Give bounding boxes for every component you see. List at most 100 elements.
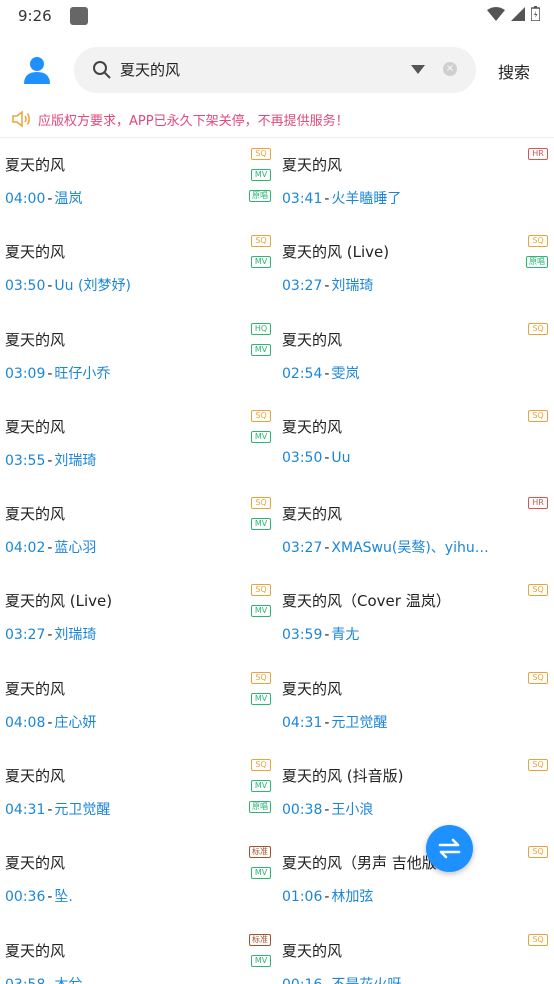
app-notification-icon xyxy=(69,7,88,25)
song-artist[interactable]: 坠. xyxy=(54,889,72,905)
search-box[interactable]: 夏天的风 × xyxy=(74,47,476,93)
quality-badge: HR xyxy=(528,497,548,510)
quality-badge: SQ xyxy=(528,933,548,946)
song-duration: 03:59 xyxy=(282,627,323,644)
song-item[interactable]: 夏天的风 03:27- XMASwu(吴骜)、yihuik… HR xyxy=(277,489,554,576)
quality-badge: SQ xyxy=(528,322,548,335)
song-meta: 00:16-不是花火呀 xyxy=(282,974,401,984)
signal-icon xyxy=(511,6,525,21)
user-avatar-icon[interactable] xyxy=(22,55,52,85)
quality-badge: MV xyxy=(251,518,271,531)
song-meta: 03:50- Uu (刘梦妤) xyxy=(5,275,131,295)
song-meta: 01:06- 林加弦 xyxy=(282,886,373,906)
quality-badge: SQ xyxy=(251,671,271,684)
song-meta: 02:54- 雯岚 xyxy=(282,363,359,383)
song-duration: 04:31 xyxy=(282,714,323,731)
meta-separator: - xyxy=(47,714,53,731)
wifi-icon xyxy=(487,6,505,21)
song-row: 夏天的风 04:31- 元卫觉醒 SQ MV 原唱 夏天的风 (抖音版) 00:38- 王小浪 S… xyxy=(0,751,554,838)
meta-separator: - xyxy=(324,540,330,557)
quality-badge: SQ xyxy=(528,759,548,772)
song-badges: HR xyxy=(528,497,548,510)
song-title: 夏天的风 xyxy=(5,243,66,262)
quality-badge: SQ xyxy=(528,584,548,597)
song-artist[interactable]: 温岚 xyxy=(54,191,82,207)
song-artist[interactable]: 刘瑞琦 xyxy=(54,627,96,643)
song-item[interactable]: 夏天的风 04:31- 元卫觉醒 SQ xyxy=(277,664,554,751)
song-badges: SQ MV xyxy=(251,409,271,443)
song-row: 夏天的风 04:00- 温岚 SQ MV 原唱 夏天的风 03:41- 火羊瞌睡了 HR xyxy=(0,140,554,227)
meta-separator: - xyxy=(47,452,53,469)
song-title: 夏天的风 xyxy=(282,679,343,698)
song-artist[interactable]: 旺仔小乔 xyxy=(54,366,110,382)
song-item[interactable]: 夏天的风 04:02- 蓝心羽 SQ MV xyxy=(0,489,277,576)
song-artist[interactable]: 雯岚 xyxy=(331,366,359,382)
song-artist[interactable]: 林加弦 xyxy=(331,889,373,905)
song-row: 夏天的风 04:02- 蓝心羽 SQ MV 夏天的风 03:27- XMASwu(吴骜)、yi… xyxy=(0,489,554,576)
song-badges: SQ MV xyxy=(251,584,271,618)
song-artist[interactable]: 庄心妍 xyxy=(54,715,96,731)
song-item[interactable]: 夏天的风 (Live) 03:27- 刘瑞琦 SQ MV xyxy=(0,576,277,663)
status-time: 9:26 xyxy=(18,7,52,25)
quality-badge: 原唱 xyxy=(249,801,271,814)
song-badges: SQ MV xyxy=(251,671,271,705)
song-item[interactable]: 夏天的风 03:58-木兮 标准 MV xyxy=(0,926,277,984)
quality-badge: SQ xyxy=(251,759,271,772)
search-input[interactable]: 夏天的风 xyxy=(120,59,180,80)
song-item[interactable]: 夏天的风 00:16-不是花火呀 SQ xyxy=(277,926,554,984)
song-meta: 03:41- 火羊瞌睡了 xyxy=(282,188,401,208)
song-item[interactable]: 夏天的风（男声 吉他版 01:06- 林加弦 SQ xyxy=(277,838,554,925)
meta-separator: - xyxy=(324,714,330,731)
song-artist[interactable]: 木兮 xyxy=(54,977,82,984)
song-title: 夏天的风（男声 吉他版 xyxy=(282,854,437,873)
song-item[interactable]: 夏天的风 03:41- 火羊瞌睡了 HR xyxy=(277,140,554,227)
song-duration: 03:58 xyxy=(5,977,45,984)
song-duration: 04:00 xyxy=(5,191,46,207)
song-duration: 03:27 xyxy=(5,627,46,644)
song-item[interactable]: 夏天的风 03:09- 旺仔小乔 HQ MV xyxy=(0,315,277,402)
song-item[interactable]: 夏天的风 04:08- 庄心妍 SQ MV xyxy=(0,664,277,751)
switch-layout-button[interactable] xyxy=(426,825,473,872)
song-badges: SQ MV 原唱 xyxy=(249,759,271,814)
song-artist[interactable]: 青尢 xyxy=(331,627,359,643)
search-button[interactable]: 搜索 xyxy=(498,59,530,83)
song-artist[interactable]: 不是花火呀 xyxy=(331,977,401,984)
dropdown-icon[interactable] xyxy=(411,65,425,74)
song-artist[interactable]: 火羊瞌睡了 xyxy=(331,191,401,207)
song-item[interactable]: 夏天的风 03:50- Uu (刘梦妤) SQ MV xyxy=(0,227,277,314)
song-artist[interactable]: 王小浪 xyxy=(331,802,373,818)
song-item[interactable]: 夏天的风 04:00- 温岚 SQ MV 原唱 xyxy=(0,140,277,227)
song-duration: 03:55 xyxy=(5,452,46,469)
song-artist[interactable]: 刘瑞琦 xyxy=(54,453,96,469)
status-icons xyxy=(487,6,540,21)
song-item[interactable]: 夏天的风 00:36- 坠. 标准 MV xyxy=(0,838,277,925)
song-item[interactable]: 夏天的风 03:50- Uu SQ xyxy=(277,402,554,489)
song-artist[interactable]: 元卫觉醒 xyxy=(54,802,110,818)
song-item[interactable]: 夏天的风 04:31- 元卫觉醒 SQ MV 原唱 xyxy=(0,751,277,838)
song-item[interactable]: 夏天的风 (Live) 03:27- 刘瑞琦 SQ 原唱 xyxy=(277,227,554,314)
song-duration: 00:36 xyxy=(5,889,46,906)
song-title: 夏天的风 xyxy=(5,767,66,786)
quality-badge: HQ xyxy=(251,322,271,335)
quality-badge: HR xyxy=(528,148,548,160)
song-artist[interactable]: 蓝心羽 xyxy=(54,540,96,556)
clear-icon[interactable]: × xyxy=(443,62,457,76)
song-item[interactable]: 夏天的风（Cover 温岚） 03:59- 青尢 SQ xyxy=(277,576,554,663)
song-title: 夏天的风 xyxy=(282,505,343,524)
song-artist[interactable]: 元卫觉醒 xyxy=(331,715,387,731)
search-row: 夏天的风 × 搜索 xyxy=(0,47,554,93)
song-title: 夏天的风 xyxy=(5,679,66,698)
song-badges: SQ xyxy=(528,759,548,772)
song-item[interactable]: 夏天的风 03:55- 刘瑞琦 SQ MV xyxy=(0,402,277,489)
song-duration: 03:50 xyxy=(282,449,323,466)
song-artist[interactable]: Uu xyxy=(331,450,350,466)
song-meta: 03:27- 刘瑞琦 xyxy=(5,624,96,644)
song-meta: 04:31- 元卫觉醒 xyxy=(282,712,387,732)
quality-badge: SQ xyxy=(528,671,548,684)
song-item[interactable]: 夏天的风 02:54- 雯岚 SQ xyxy=(277,315,554,402)
quality-badge: 标准 xyxy=(249,846,271,859)
song-artist[interactable]: XMASwu(吴骜)、yihuik… xyxy=(331,540,492,556)
song-artist[interactable]: 刘瑞琦 xyxy=(331,278,373,294)
song-item[interactable]: 夏天的风 (抖音版) 00:38- 王小浪 SQ xyxy=(277,751,554,838)
song-artist[interactable]: Uu (刘梦妤) xyxy=(54,278,131,294)
